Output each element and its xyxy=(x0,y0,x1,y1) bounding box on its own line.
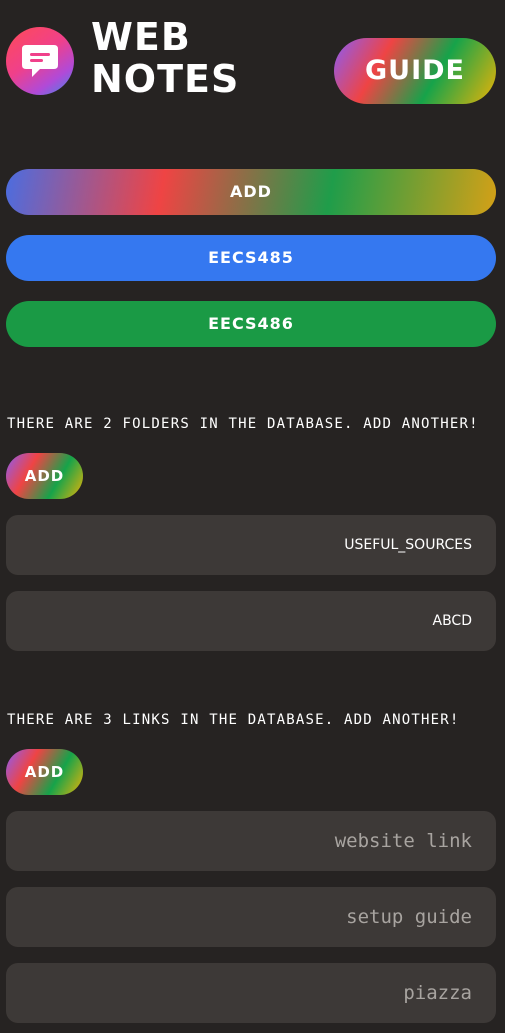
folder-item-label: ABCD xyxy=(432,613,473,629)
folder-item[interactable]: USEFUL_SOURCES xyxy=(6,515,496,575)
folder-item-label: USEFUL_SOURCES xyxy=(344,537,472,553)
links-count-text: THERE ARE 3 LINKS IN THE DATABASE. ADD A… xyxy=(7,712,460,728)
logo xyxy=(6,27,74,95)
guide-button[interactable]: GUIDE xyxy=(334,38,496,104)
add-course-button[interactable]: ADD xyxy=(6,169,496,215)
link-item[interactable]: website link xyxy=(6,811,496,871)
course-button-eecs486[interactable]: EECS486 xyxy=(6,301,496,347)
app-title-line1: WEB xyxy=(91,15,191,59)
course-button-eecs485[interactable]: EECS485 xyxy=(6,235,496,281)
folder-item[interactable]: ABCD xyxy=(6,591,496,651)
web-notes-page: WEB NOTES GUIDE ADD EECS485 EECS486 THER… xyxy=(0,0,505,1033)
link-item-label: piazza xyxy=(403,982,472,1004)
app-title: WEB NOTES xyxy=(91,16,239,100)
chat-bubble-icon xyxy=(22,45,58,77)
app-title-line2: NOTES xyxy=(91,57,240,101)
header: WEB NOTES GUIDE xyxy=(6,16,496,106)
link-item-label: setup guide xyxy=(346,906,472,928)
folders-count-text: THERE ARE 2 FOLDERS IN THE DATABASE. ADD… xyxy=(7,416,479,432)
add-folder-button[interactable]: ADD xyxy=(6,453,83,499)
link-item[interactable]: piazza xyxy=(6,963,496,1023)
link-item-label: website link xyxy=(334,830,472,852)
add-link-button[interactable]: ADD xyxy=(6,749,83,795)
link-item[interactable]: setup guide xyxy=(6,887,496,947)
